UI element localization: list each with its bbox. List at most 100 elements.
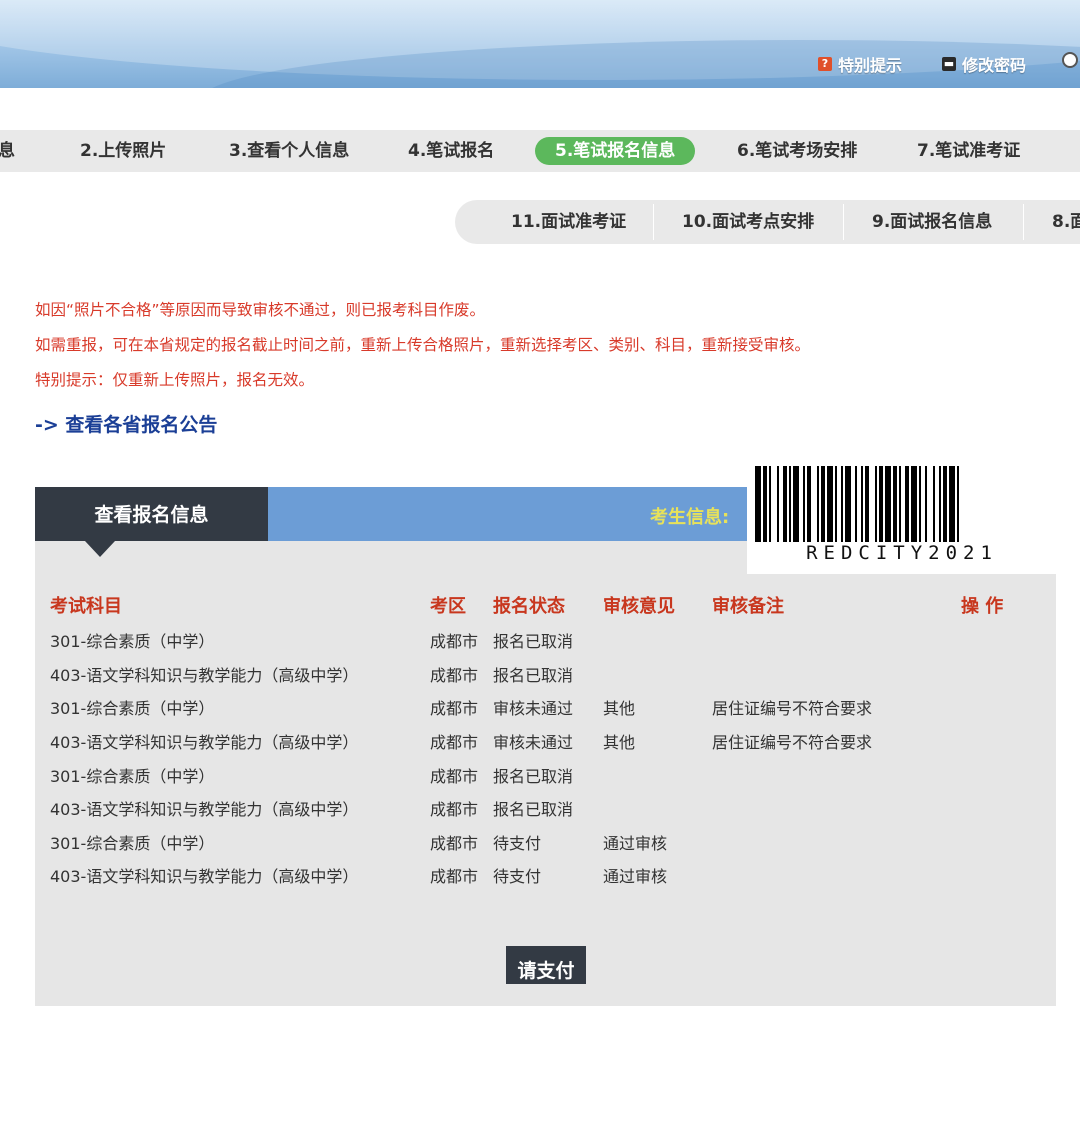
subject-cell: 301-综合素质（中学） <box>50 699 215 718</box>
subject-cell: 301-综合素质（中学） <box>50 632 215 651</box>
barcode-stripe <box>939 466 941 542</box>
change-password-link[interactable]: ▬ 修改密码 <box>942 52 1026 76</box>
region-cell: 成都市 <box>430 699 479 718</box>
barcode-stripe <box>865 466 869 542</box>
barcode-stripe <box>807 466 811 542</box>
step-3-tab[interactable]: 3.查看个人信息 <box>229 130 349 172</box>
barcode-stripe <box>861 466 863 542</box>
barcode: REDCITY2021 <box>747 462 1057 574</box>
column-header-remark: 审核备注 <box>712 596 784 617</box>
region-cell: 成都市 <box>430 800 479 819</box>
column-header-status: 报名状态 <box>493 596 565 617</box>
remark-cell: 居住证编号不符合要求 <box>712 699 873 718</box>
barcode-stripe <box>925 466 927 542</box>
barcode-stripe <box>755 466 761 542</box>
step-8-tab[interactable]: 8.面 <box>1052 200 1080 244</box>
subject-cell: 403-语文学科知识与教学能力（高级中学） <box>50 666 359 685</box>
barcode-bars <box>755 466 959 542</box>
step-11-tab[interactable]: 11.面试准考证 <box>511 200 626 244</box>
table-row: 403-语文学科知识与教学能力（高级中学） 成都市 报名已取消 <box>35 796 1056 828</box>
region-cell: 成都市 <box>430 834 479 853</box>
opinion-cell: 通过审核 <box>603 867 668 886</box>
region-cell: 成都市 <box>430 867 479 886</box>
opinion-cell: 其他 <box>603 699 636 718</box>
barcode-stripe <box>793 466 799 542</box>
step-10-tab[interactable]: 10.面试考点安排 <box>682 200 814 244</box>
barcode-stripe <box>899 466 901 542</box>
step-nav-row-1: 息 2.上传照片 3.查看个人信息 4.笔试报名 5.笔试报名信息 6.笔试考场… <box>0 130 1080 172</box>
region-cell: 成都市 <box>430 632 479 651</box>
pay-button[interactable]: 请支付 <box>506 946 586 984</box>
barcode-stripe <box>949 466 955 542</box>
notice-line: 如需重报，可在本省规定的报名截止时间之前，重新上传合格照片，重新选择考区、类别、… <box>35 336 811 354</box>
opinion-cell: 其他 <box>603 733 636 752</box>
barcode-stripe <box>885 466 891 542</box>
barcode-stripe <box>893 466 897 542</box>
status-cell: 报名已取消 <box>493 632 574 651</box>
column-header-action: 操 作 <box>961 596 1004 617</box>
change-password-label: 修改密码 <box>962 56 1027 75</box>
panel-title: 查看报名信息 <box>35 487 268 541</box>
notice-line: 如因“照片不合格”等原因而导致审核不通过，则已报考科目作废。 <box>35 301 486 319</box>
opinion-cell: 通过审核 <box>603 834 668 853</box>
region-cell: 成都市 <box>430 767 479 786</box>
barcode-stripe <box>827 466 833 542</box>
table-row: 301-综合素质（中学） 成都市 报名已取消 <box>35 763 1056 795</box>
barcode-stripe <box>905 466 909 542</box>
status-cell: 报名已取消 <box>493 767 574 786</box>
status-cell: 审核未通过 <box>493 699 574 718</box>
column-header-region: 考区 <box>430 596 466 617</box>
barcode-stripe <box>769 466 771 542</box>
region-cell: 成都市 <box>430 666 479 685</box>
barcode-stripe <box>855 466 857 542</box>
step-6-tab[interactable]: 6.笔试考场安排 <box>737 130 857 172</box>
subject-cell: 301-综合素质（中学） <box>50 834 215 853</box>
barcode-stripe <box>875 466 877 542</box>
status-cell: 报名已取消 <box>493 666 574 685</box>
region-cell: 成都市 <box>430 733 479 752</box>
remark-cell: 居住证编号不符合要求 <box>712 733 873 752</box>
column-header-subject: 考试科目 <box>50 596 122 617</box>
subject-cell: 403-语文学科知识与教学能力（高级中学） <box>50 733 359 752</box>
divider <box>653 204 654 240</box>
barcode-stripe <box>919 466 921 542</box>
status-cell: 待支付 <box>493 867 542 886</box>
table-row: 301-综合素质（中学） 成都市 报名已取消 <box>35 628 1056 660</box>
barcode-stripe <box>763 466 767 542</box>
subject-cell: 403-语文学科知识与教学能力（高级中学） <box>50 867 359 886</box>
step-nav-row-2: 11.面试准考证 10.面试考点安排 9.面试报名信息 8.面 <box>455 200 1080 244</box>
special-notice-link[interactable]: ? 特别提示 <box>818 52 902 76</box>
status-cell: 待支付 <box>493 834 542 853</box>
barcode-stripe <box>789 466 791 542</box>
notice-line: 特别提示：仅重新上传照片，报名无效。 <box>35 371 315 389</box>
barcode-stripe <box>835 466 837 542</box>
barcode-stripe <box>879 466 883 542</box>
step-1-tab[interactable]: 息 <box>0 130 15 172</box>
step-7-tab[interactable]: 7.笔试准考证 <box>917 130 1020 172</box>
step-4-tab[interactable]: 4.笔试报名 <box>408 130 494 172</box>
top-banner: ? 特别提示 ▬ 修改密码 <box>0 0 1080 88</box>
exit-icon[interactable] <box>1062 52 1078 68</box>
provincial-announcement-link[interactable]: -> 查看各省报名公告 <box>35 410 217 437</box>
barcode-stripe <box>803 466 805 542</box>
status-cell: 审核未通过 <box>493 733 574 752</box>
table-row: 301-综合素质（中学） 成都市 审核未通过 其他 居住证编号不符合要求 <box>35 695 1056 727</box>
table-row: 403-语文学科知识与教学能力（高级中学） 成都市 审核未通过 其他 居住证编号… <box>35 729 1056 761</box>
step-2-tab[interactable]: 2.上传照片 <box>80 130 166 172</box>
subject-cell: 403-语文学科知识与教学能力（高级中学） <box>50 800 359 819</box>
divider <box>1023 204 1024 240</box>
barcode-stripe <box>957 466 959 542</box>
barcode-stripe <box>933 466 935 542</box>
step-9-tab[interactable]: 9.面试报名信息 <box>872 200 992 244</box>
barcode-stripe <box>821 466 825 542</box>
barcode-stripe <box>777 466 779 542</box>
barcode-stripe <box>841 466 843 542</box>
warning-icon: ? <box>818 57 832 71</box>
column-header-opinion: 审核意见 <box>603 596 675 617</box>
password-icon: ▬ <box>942 57 956 71</box>
table-row: 403-语文学科知识与教学能力（高级中学） 成都市 报名已取消 <box>35 662 1056 694</box>
candidate-info-label: 考生信息: <box>650 507 730 528</box>
barcode-stripe <box>845 466 851 542</box>
barcode-stripe <box>911 466 917 542</box>
step-5-tab-active[interactable]: 5.笔试报名信息 <box>535 137 696 165</box>
